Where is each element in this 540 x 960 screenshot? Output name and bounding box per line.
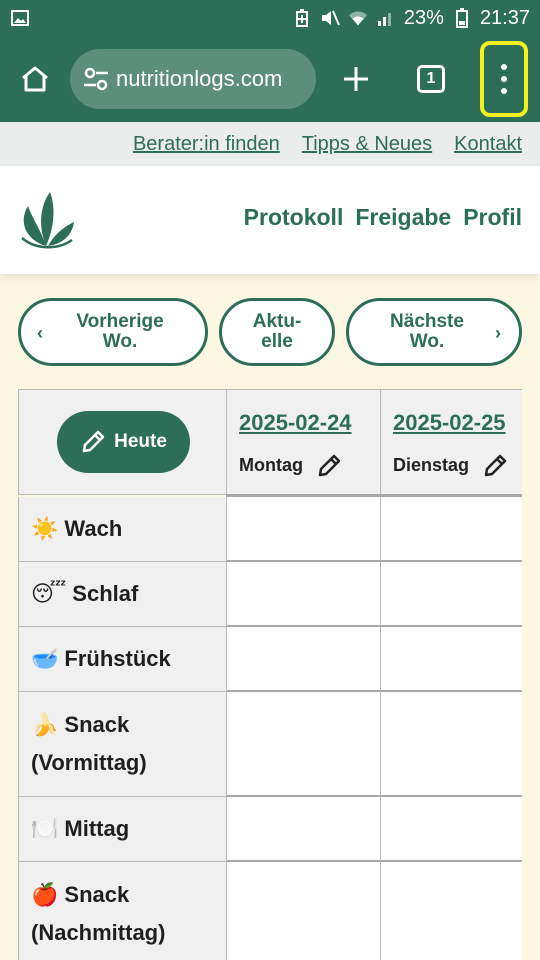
table-cell[interactable] <box>227 797 381 862</box>
plate-cutlery-icon: 🍽️ <box>31 816 59 841</box>
day-header-monday: 2025-02-24 Montag <box>226 389 381 495</box>
table-cell[interactable] <box>227 497 381 562</box>
table-cell[interactable] <box>381 692 522 797</box>
row-label-snack-vormittag: 🍌 Snack (Vormittag) <box>18 692 227 797</box>
row-label-wach: ☀️ Wach <box>18 497 227 562</box>
site-header: Protokoll Freigabe Profil <box>0 166 540 274</box>
browser-toolbar: nutritionlogs.com 1 <box>0 36 540 122</box>
table-cell[interactable] <box>227 562 381 627</box>
secondary-links: Berater:in finden Tipps & Neues Kontakt <box>0 122 540 166</box>
weekday-label: Dienstag <box>393 454 470 475</box>
table-cell[interactable] <box>381 862 522 960</box>
today-button[interactable]: Heute <box>57 411 190 473</box>
gallery-notification-icon <box>10 9 30 27</box>
table-cell[interactable] <box>227 627 381 692</box>
bowl-icon: 🥣 <box>31 646 59 671</box>
home-icon <box>22 66 48 92</box>
nav-freigabe[interactable]: Freigabe <box>355 204 451 231</box>
table-cell[interactable] <box>227 692 381 797</box>
sun-icon: ☀️ <box>31 516 59 541</box>
link-kontakt[interactable]: Kontakt <box>454 133 522 156</box>
table-row: 🍽️ Mittag <box>18 797 522 862</box>
current-week-button[interactable]: Aktu- elle <box>219 298 335 366</box>
more-dots-icon <box>501 64 507 70</box>
table-row: 🍎 Snack (Nachmittag) <box>18 862 522 960</box>
mute-icon <box>320 9 340 27</box>
table-row: 😴 Schlaf <box>18 562 522 627</box>
table-cell[interactable] <box>381 627 522 692</box>
weekday-label: Montag <box>239 454 303 475</box>
table-row: 🍌 Snack (Vormittag) <box>18 692 522 797</box>
edit-pencil-icon[interactable] <box>317 452 343 478</box>
table-cell[interactable] <box>381 797 522 862</box>
link-tipps[interactable]: Tipps & Neues <box>302 133 432 156</box>
clock: 21:37 <box>479 6 530 29</box>
leaf-logo-icon[interactable] <box>16 188 76 252</box>
date-link[interactable]: 2025-02-25 <box>393 410 506 436</box>
table-cell[interactable] <box>227 862 381 960</box>
address-bar[interactable]: nutritionlogs.com <box>70 49 316 109</box>
row-label-fruehstueck: 🥣 Frühstück <box>18 627 227 692</box>
table-row: 🥣 Frühstück <box>18 627 522 692</box>
next-week-button[interactable]: Nächste Wo. › <box>346 298 522 366</box>
edit-pencil-icon[interactable] <box>483 452 509 478</box>
battery-icon <box>452 8 472 28</box>
wifi-icon <box>348 9 368 27</box>
status-bar: 23% 21:37 <box>0 0 540 36</box>
tab-count: 1 <box>417 65 445 93</box>
browser-menu-button[interactable] <box>480 41 528 117</box>
home-button[interactable] <box>0 36 70 122</box>
battery-percent: 23% <box>403 6 444 29</box>
tab-switcher-button[interactable]: 1 <box>396 36 466 122</box>
apple-icon: 🍎 <box>31 882 59 907</box>
row-label-schlaf: 😴 Schlaf <box>18 562 227 627</box>
previous-week-button[interactable]: ‹ Vorherige Wo. <box>18 298 208 366</box>
battery-saver-icon <box>292 9 312 27</box>
new-tab-button[interactable] <box>316 36 396 122</box>
table-row: ☀️ Wach <box>18 497 522 562</box>
week-table: Heute 2025-02-24 Montag 2025-02-25 Diens… <box>18 389 522 960</box>
pencil-icon <box>82 430 105 453</box>
signal-icon <box>376 9 396 27</box>
nav-protokoll[interactable]: Protokoll <box>244 204 344 231</box>
day-header-tuesday: 2025-02-25 Dienstag <box>380 389 522 495</box>
date-link[interactable]: 2025-02-24 <box>239 410 352 436</box>
url-text: nutritionlogs.com <box>116 66 283 91</box>
plus-icon <box>344 67 368 91</box>
table-cell[interactable] <box>381 562 522 627</box>
chevron-right-icon: › <box>495 323 501 343</box>
row-label-mittag: 🍽️ Mittag <box>18 797 227 862</box>
banana-icon: 🍌 <box>31 712 59 737</box>
nav-profil[interactable]: Profil <box>463 204 522 231</box>
table-corner-cell: Heute <box>18 389 227 495</box>
row-label-snack-nachmittag: 🍎 Snack (Nachmittag) <box>18 862 227 960</box>
link-berater[interactable]: Berater:in finden <box>133 133 280 156</box>
sleep-face-icon: 😴 <box>31 581 67 606</box>
chevron-left-icon: ‹ <box>37 323 43 343</box>
main-nav: Protokoll Freigabe Profil <box>244 204 522 231</box>
table-cell[interactable] <box>381 497 522 562</box>
site-settings-icon <box>84 67 108 91</box>
